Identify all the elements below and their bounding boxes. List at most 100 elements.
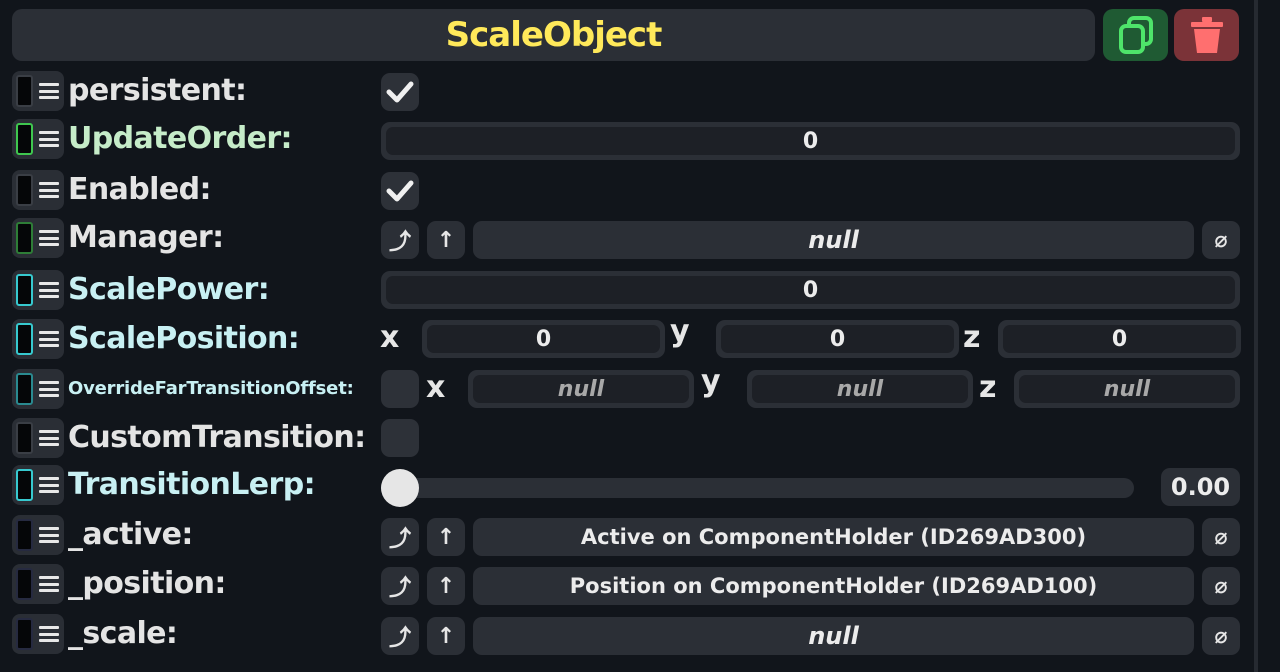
drag-handle[interactable] [12,270,64,310]
scale-power-value: 0 [386,276,1235,304]
y-axis-label: y [701,364,721,399]
hamburger-icon [39,83,59,99]
drag-handle[interactable] [12,170,64,210]
duplicate-button[interactable] [1103,9,1168,61]
up-arrow-icon: ↑ [436,524,456,550]
scale-position-z-input[interactable]: 0 [998,320,1241,358]
field-label: _active: [68,517,193,552]
jump-to-reference-button[interactable]: ⤴ [381,617,419,655]
field-row-update-order: UpdateOrder: 0 [12,119,1242,161]
hamburger-icon [39,430,59,446]
override-far-y-input[interactable]: null [747,370,973,408]
field-indicator [16,174,33,206]
field-label: UpdateOrder: [68,121,293,156]
clear-reference-button[interactable]: ⌀ [1202,221,1240,259]
field-indicator [16,123,33,155]
jump-to-reference-button[interactable]: ⤴ [381,518,419,556]
field-row-active: _active: ⤴ ↑ Active on ComponentHolder (… [12,515,1242,557]
custom-transition-checkbox[interactable] [381,419,419,457]
drag-handle[interactable] [12,515,64,555]
field-row-override-far-transition-offset: OverrideFarTransitionOffset: x null y nu… [12,365,1242,411]
hamburger-icon [39,381,59,397]
field-row-scale: _scale: ⤴ ↑ null ⌀ [12,614,1242,656]
field-row-custom-transition: CustomTransition: [12,418,1242,460]
transition-lerp-value-field[interactable]: 0.00 [1161,468,1240,506]
drag-handle[interactable] [12,71,64,111]
field-row-manager: Manager: ⤴ ↑ null ⌀ [12,218,1242,260]
position-reference-field[interactable]: Position on ComponentHolder (ID269AD100) [473,567,1194,605]
transition-lerp-slider[interactable] [381,478,1134,498]
scale-position-x-input[interactable]: 0 [422,320,665,358]
slider-handle[interactable] [381,469,419,507]
drag-handle[interactable] [12,319,64,359]
select-parent-button[interactable]: ↑ [427,221,465,259]
override-far-y-value: null [752,375,968,403]
field-indicator [16,618,33,650]
up-arrow-icon: ↑ [436,573,456,599]
field-indicator [16,323,33,355]
override-far-checkbox[interactable] [381,370,419,408]
override-far-x-input[interactable]: null [468,370,694,408]
jump-to-reference-button[interactable]: ⤴ [381,221,419,259]
drag-handle[interactable] [12,418,64,458]
hamburger-icon [39,282,59,298]
trash-icon [1190,17,1223,53]
clear-reference-button[interactable]: ⌀ [1202,518,1240,556]
jump-icon: ⤴ [388,527,411,552]
active-reference-field[interactable]: Active on ComponentHolder (ID269AD300) [473,518,1194,556]
manager-value: null [808,226,859,254]
jump-to-reference-button[interactable]: ⤴ [381,567,419,605]
field-label: CustomTransition: [68,420,366,455]
clear-reference-button[interactable]: ⌀ [1202,567,1240,605]
hamburger-icon [39,230,59,246]
y-axis-label: y [670,314,690,349]
field-label: Enabled: [68,172,211,207]
enabled-checkbox[interactable] [381,172,419,210]
checkmark-icon [386,180,414,202]
field-indicator [16,274,33,306]
persistent-checkbox[interactable] [381,73,419,111]
clear-icon: ⌀ [1214,573,1228,599]
drag-handle[interactable] [12,218,64,258]
update-order-value: 0 [386,127,1235,155]
field-indicator [16,75,33,107]
select-parent-button[interactable]: ↑ [427,518,465,556]
scale-position-y-input[interactable]: 0 [716,320,959,358]
delete-button[interactable] [1174,9,1239,61]
clear-icon: ⌀ [1214,227,1228,253]
override-far-z-value: null [1019,375,1235,403]
manager-reference-field[interactable]: null [473,221,1194,259]
select-parent-button[interactable]: ↑ [427,567,465,605]
drag-handle[interactable] [12,564,64,604]
scale-position-z-value: 0 [1003,325,1236,353]
update-order-input[interactable]: 0 [381,122,1240,160]
scale-power-input[interactable]: 0 [381,271,1240,309]
field-indicator [16,519,33,551]
hamburger-icon [39,576,59,592]
field-row-position: _position: ⤴ ↑ Position on ComponentHold… [12,564,1242,606]
hamburger-icon [39,331,59,347]
drag-handle[interactable] [12,614,64,654]
field-row-scale-position: ScalePosition: x 0 y 0 z 0 [12,315,1242,361]
jump-icon: ⤴ [388,626,411,651]
active-value: Active on ComponentHolder (ID269AD300) [580,525,1087,549]
field-indicator [16,422,33,454]
x-axis-label: x [426,370,446,405]
drag-handle[interactable] [12,465,64,505]
select-parent-button[interactable]: ↑ [427,617,465,655]
z-axis-label: z [979,370,997,405]
scale-reference-field[interactable]: null [473,617,1194,655]
field-indicator [16,373,33,405]
scrollbar[interactable] [1254,0,1258,672]
field-indicator [16,469,33,501]
scale-position-x-value: 0 [427,325,660,353]
drag-handle[interactable] [12,369,64,409]
override-far-x-value: null [473,375,689,403]
scale-position-y-value: 0 [721,325,954,353]
field-row-enabled: Enabled: [12,170,1242,212]
clear-reference-button[interactable]: ⌀ [1202,617,1240,655]
override-far-z-input[interactable]: null [1014,370,1240,408]
clear-icon: ⌀ [1214,623,1228,649]
drag-handle[interactable] [12,119,64,159]
field-label: _position: [68,566,226,601]
